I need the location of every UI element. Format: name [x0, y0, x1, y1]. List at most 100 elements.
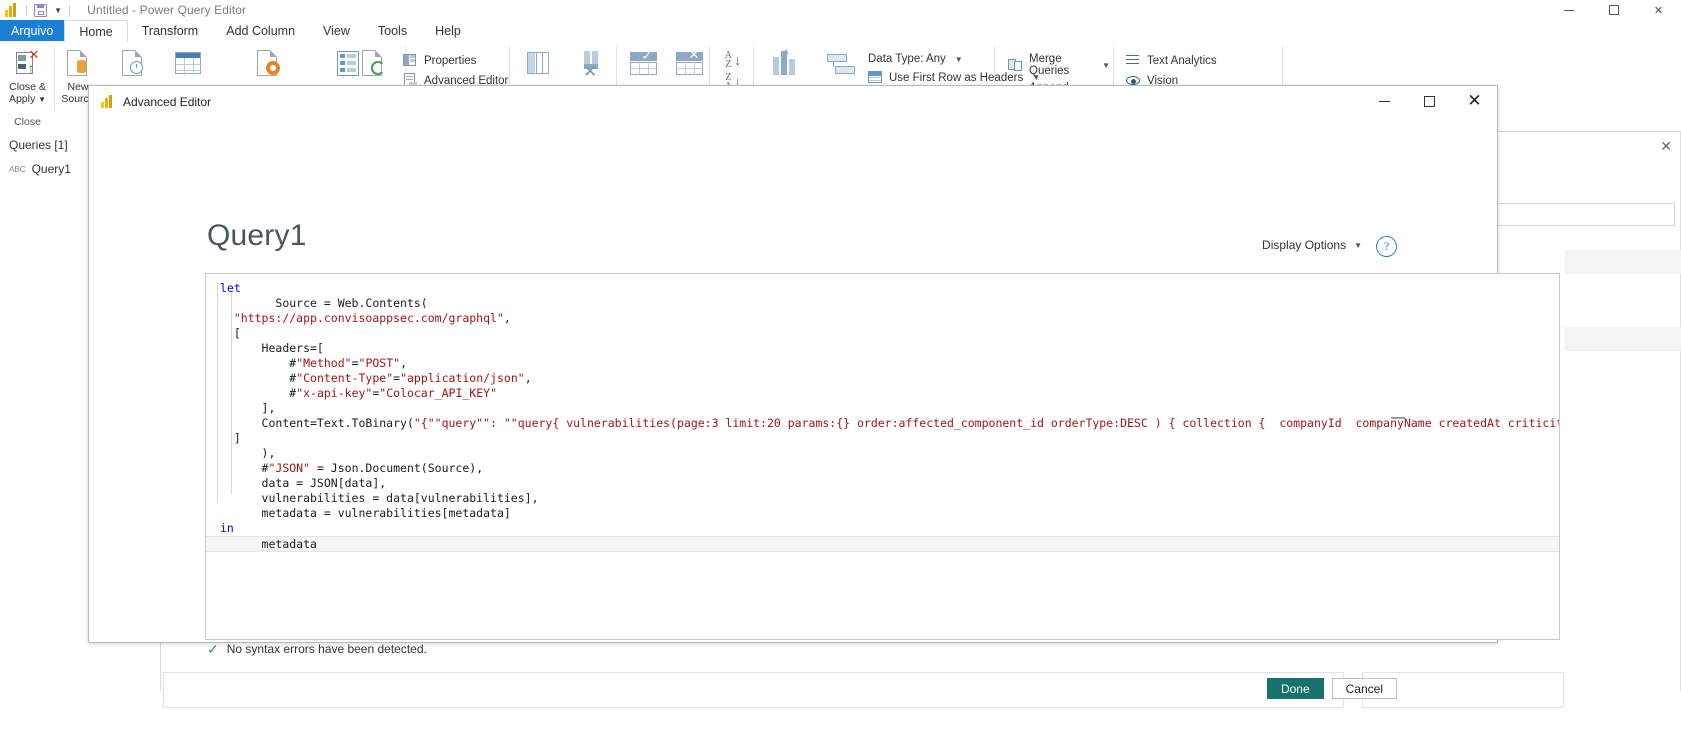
code-line[interactable]: metadata	[206, 536, 1559, 552]
close-apply-line1: Close &	[9, 81, 46, 93]
recent-sources-icon	[116, 47, 150, 81]
code-token: metadata = vulnerabilities[metadata]	[261, 506, 511, 520]
horizontal-scroll-thumb[interactable]	[1391, 417, 1405, 419]
tab-tools[interactable]: Tools	[364, 20, 421, 41]
use-first-row-icon	[868, 70, 883, 85]
code-line[interactable]: let	[206, 281, 1559, 296]
code-token: ,	[503, 311, 511, 325]
code-token: Headers=[	[261, 341, 324, 355]
code-editor-content[interactable]: let Source = Web.Contents( "https://app.…	[206, 274, 1559, 639]
remove-columns-icon: ✕	[574, 47, 608, 81]
tab-transform[interactable]: Transform	[128, 20, 213, 41]
code-editor[interactable]: let Source = Web.Contents( "https://app.…	[205, 273, 1560, 640]
display-options-label: Display Options	[1262, 238, 1347, 252]
code-token: "Method"	[296, 356, 352, 370]
code-token: "Colocar_API_KEY"	[379, 386, 497, 400]
checkmark-icon: ✓	[207, 641, 219, 657]
code-line[interactable]: data = JSON[data],	[206, 476, 1559, 491]
code-line[interactable]: [	[206, 326, 1559, 341]
code-line[interactable]: Headers=[	[206, 341, 1559, 356]
dialog-title: Advanced Editor	[123, 94, 212, 109]
preview-bottom-strip	[163, 672, 1344, 708]
titlebar-divider-2: |	[68, 3, 72, 17]
tab-home[interactable]: Home	[64, 20, 128, 42]
code-line[interactable]: metadata = vulnerabilities[metadata]	[206, 506, 1559, 521]
choose-columns-button[interactable]	[512, 47, 564, 81]
code-token: "POST"	[358, 356, 401, 370]
dialog-close-icon[interactable]: ✕	[1452, 86, 1497, 117]
applied-steps-row-1[interactable]	[1565, 250, 1681, 274]
merge-queries-label: Merge Queries	[1029, 53, 1070, 77]
ribbon-group-label-close: Close	[14, 116, 41, 128]
sort-ascending-icon: AZ	[724, 50, 732, 70]
code-line[interactable]: #"x-api-key"="Colocar_API_KEY"	[206, 386, 1559, 401]
dialog-minimize-icon[interactable]	[1362, 86, 1407, 117]
chevron-down-icon-3: ▼	[1102, 60, 1110, 70]
choose-columns-icon	[521, 47, 555, 81]
titlebar-divider: |	[25, 3, 29, 17]
code-token: "application/json"	[400, 371, 525, 385]
code-line[interactable]: ]	[206, 431, 1559, 446]
code-token: "JSON"	[268, 461, 311, 475]
code-line[interactable]: #"JSON" = Json.Document(Source),	[206, 461, 1559, 476]
done-button[interactable]: Done	[1266, 678, 1324, 699]
remove-rows-button[interactable]: ✕	[666, 47, 711, 81]
data-source-settings-button[interactable]	[246, 47, 290, 81]
keep-rows-button[interactable]: ✓	[620, 47, 665, 81]
tab-arquivo[interactable]: Arquivo	[0, 20, 65, 41]
enter-data-icon	[171, 47, 205, 81]
code-line[interactable]: Source = Web.Contents(	[206, 296, 1559, 311]
dialog-maximize-icon[interactable]	[1407, 86, 1452, 117]
close-and-apply-icon: ↑ ✕	[11, 47, 45, 81]
ai-commands: Text Analytics Vision	[1126, 53, 1217, 88]
help-icon[interactable]: ?	[1376, 236, 1397, 257]
recent-sources-button[interactable]	[111, 47, 155, 81]
code-line[interactable]: "https://app.convisoappsec.com/graphql",	[206, 311, 1559, 326]
status-message: No syntax errors have been detected.	[226, 642, 427, 656]
tab-help[interactable]: Help	[421, 20, 475, 41]
title-bar: | ▼ | Untitled - Power Query Editor ✕	[0, 0, 1681, 20]
data-type-label: Data Type: Any	[868, 53, 946, 65]
query-settings-name-field[interactable]	[1468, 203, 1675, 226]
code-token: = Json.Document(Source),	[310, 461, 484, 475]
code-token: let	[220, 281, 241, 295]
tab-view[interactable]: View	[309, 20, 364, 41]
save-icon[interactable]	[34, 3, 48, 17]
ribbon-group-close: ↑ ✕ Close & Apply ▼ Close	[0, 41, 55, 128]
code-token: data = JSON[data],	[261, 476, 387, 490]
advanced-editor-dialog: Advanced Editor ✕ Query1 Display Options…	[88, 85, 1560, 699]
refresh-preview-button[interactable]	[345, 47, 400, 81]
code-token: ),	[261, 446, 276, 460]
merge-queries-button[interactable]: Merge Queries ▼	[1008, 53, 1110, 77]
code-token: =	[351, 356, 359, 370]
refresh-preview-icon	[356, 47, 390, 81]
code-token: Content=Text.ToBinary(	[261, 416, 414, 430]
minimize-icon[interactable]	[1546, 0, 1591, 20]
applied-steps-row-2[interactable]	[1565, 327, 1681, 351]
split-column-button[interactable]: ▲	[756, 47, 811, 81]
code-line[interactable]: ],	[206, 401, 1559, 416]
code-line[interactable]: Content=Text.ToBinary("{""query"": ""que…	[206, 416, 1559, 431]
maximize-icon[interactable]	[1591, 0, 1636, 20]
enter-data-button[interactable]	[166, 47, 210, 81]
code-line[interactable]: ),	[206, 446, 1559, 461]
close-and-apply-button[interactable]: ↑ ✕ Close & Apply ▼	[0, 47, 55, 106]
data-source-settings-icon	[251, 47, 285, 81]
code-line[interactable]: #"Content-Type"="application/json",	[206, 371, 1559, 386]
right-pane-close-icon[interactable]: ✕	[1660, 138, 1672, 155]
remove-columns-button[interactable]: ✕	[565, 47, 617, 81]
code-token: "https://app.convisoappsec.com/graphql"	[233, 311, 504, 325]
text-analytics-button[interactable]: Text Analytics	[1126, 53, 1217, 68]
display-options-button[interactable]: Display Options ▼	[1262, 238, 1362, 252]
code-token: "x-api-key"	[296, 386, 373, 400]
sort-ascending-button[interactable]: AZ ↓	[724, 50, 742, 70]
tab-add-column[interactable]: Add Column	[212, 20, 309, 41]
group-by-button[interactable]	[812, 47, 867, 81]
code-line[interactable]: in	[206, 521, 1559, 536]
cancel-button[interactable]: Cancel	[1331, 678, 1397, 699]
code-line[interactable]: vulnerabilities = data[vulnerabilities],	[206, 491, 1559, 506]
chevron-down-icon[interactable]: ▼	[54, 6, 62, 15]
code-line[interactable]: #"Method"="POST",	[206, 356, 1559, 371]
properties-button[interactable]: Properties	[403, 53, 508, 68]
close-icon[interactable]: ✕	[1636, 0, 1681, 20]
